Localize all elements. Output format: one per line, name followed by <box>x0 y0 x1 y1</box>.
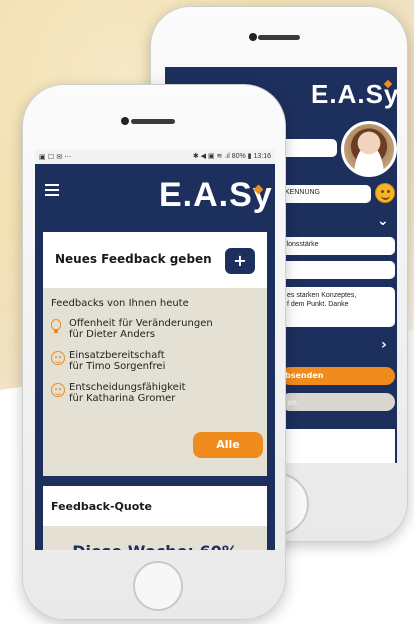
textarea-text: es starken Konzeptes, f dem Punkt. Danke <box>287 292 357 308</box>
back-content-panel <box>281 429 395 463</box>
camera-icon <box>249 33 257 41</box>
status-bar: ▣ ☐ ✉ ··· ✱ ◀ ▣ ≋ .ıl 80% ▮ 13:16 <box>35 150 275 164</box>
secondary-button[interactable]: en <box>281 393 395 411</box>
speaker-grille <box>258 35 300 40</box>
front-screen: ▣ ☐ ✉ ··· ✱ ◀ ▣ ≋ .ıl 80% ▮ 13:16 E.A.Sy… <box>35 150 275 550</box>
feedback-topic: Offenheit für Veränderungen <box>69 318 213 329</box>
avatar <box>341 121 397 177</box>
today-feedbacks-label: Feedbacks von Ihnen heute <box>51 298 189 309</box>
feedback-quota-title: Feedback-Quote <box>51 500 153 513</box>
status-right-info: ✱ ◀ ▣ ≋ .ıl 80% ▮ 13:16 <box>192 153 271 160</box>
staerke-value: llonsstärke <box>285 241 319 248</box>
feedback-recipient: für Dieter Anders <box>69 329 156 340</box>
all-feedbacks-button[interactable]: Alle <box>193 432 263 458</box>
camera-icon <box>121 117 129 125</box>
kennung-field[interactable]: KENNUNG <box>281 185 371 203</box>
logo: E.A.Sy <box>159 176 273 214</box>
smiley-icon <box>51 351 65 365</box>
feedback-recipient: für Katharina Gromer <box>69 393 176 404</box>
feedback-textarea[interactable]: es starken Konzeptes, f dem Punkt. Danke <box>281 287 395 327</box>
feedback-topic: Entscheidungsfähigkeit <box>69 382 186 393</box>
smiley-icon[interactable] <box>375 183 395 203</box>
feedback-quota-card: Feedback-Quote Diese Woche: 60% <box>43 486 267 550</box>
new-feedback-header: Neues Feedback geben + <box>43 232 267 288</box>
feedback-recipient: für Timo Sorgenfrei <box>69 361 166 372</box>
submit-button[interactable]: bsenden <box>281 367 395 385</box>
status-left-icons: ▣ ☐ ✉ ··· <box>39 153 72 161</box>
weekly-quota-value: Diese Woche: 60% <box>43 542 267 550</box>
second-field[interactable] <box>281 261 395 279</box>
add-feedback-button[interactable]: + <box>225 248 255 274</box>
front-header: E.A.Sy <box>35 164 275 230</box>
chevron-right-icon[interactable]: › <box>381 337 387 353</box>
front-phone: ▣ ☐ ✉ ··· ✱ ◀ ▣ ≋ .ıl 80% ▮ 13:16 E.A.Sy… <box>22 84 286 620</box>
hamburger-menu-icon[interactable] <box>45 184 59 196</box>
home-button[interactable] <box>133 561 183 611</box>
name-field[interactable] <box>281 139 337 157</box>
chevron-down-icon[interactable]: ⌄ <box>377 213 389 229</box>
new-feedback-title: Neues Feedback geben <box>55 252 212 266</box>
smiley-icon <box>51 383 65 397</box>
secondary-button-label: en <box>287 398 297 407</box>
staerke-field[interactable]: llonsstärke <box>281 237 395 255</box>
lightbulb-icon <box>51 319 61 333</box>
kennung-value: KENNUNG <box>285 189 321 196</box>
feedback-quota-header: Feedback-Quote <box>43 486 267 526</box>
new-feedback-card: Neues Feedback geben + Feedbacks von Ihn… <box>43 232 267 476</box>
feedback-topic: Einsatzbereitschaft <box>69 350 165 361</box>
speaker-grille <box>131 119 175 124</box>
